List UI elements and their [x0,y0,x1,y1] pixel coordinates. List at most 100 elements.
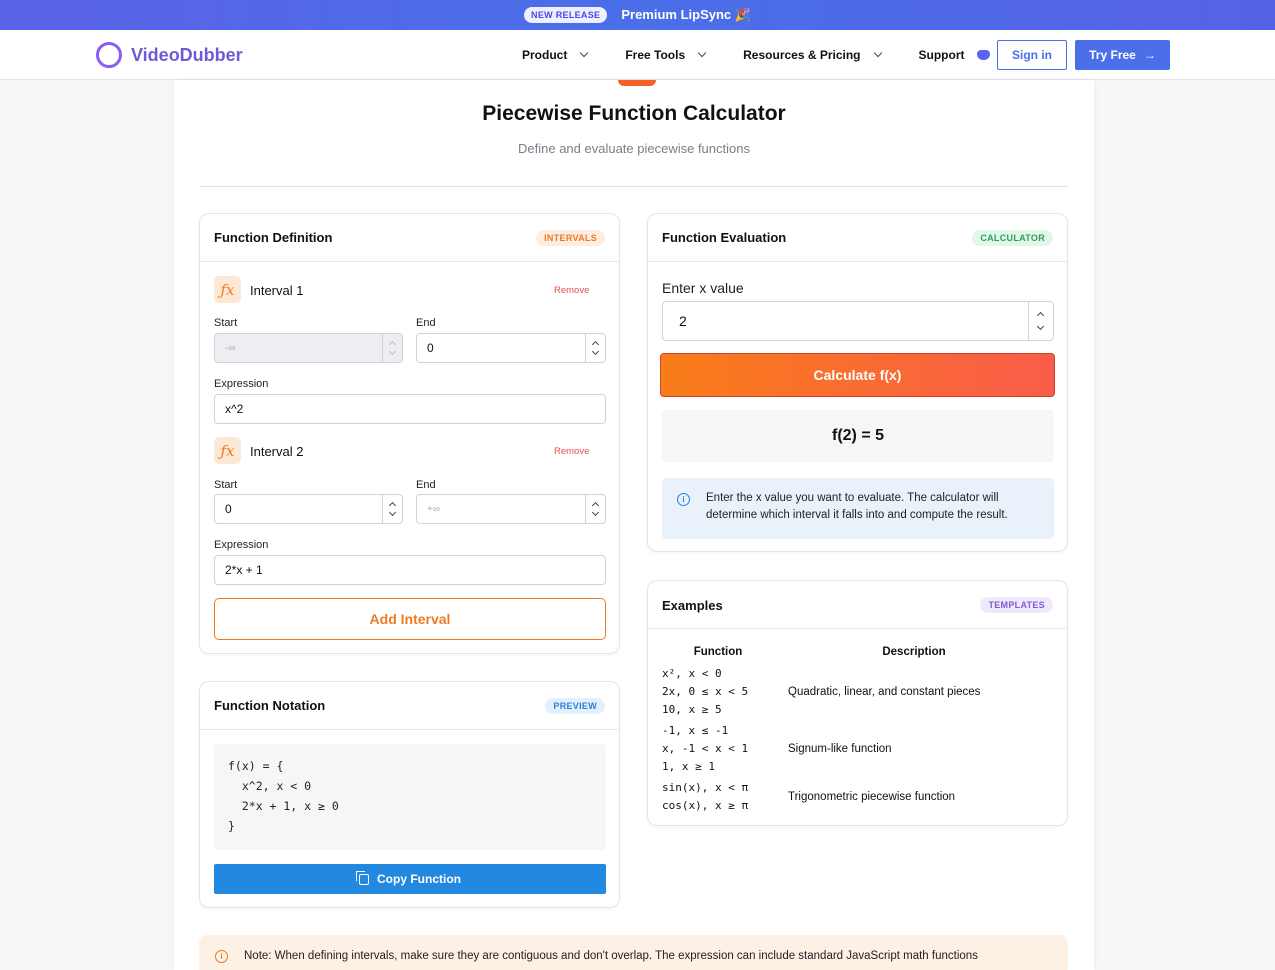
panel-title: Function Notation [214,698,326,713]
copy-function-button[interactable]: Copy Function [214,864,606,894]
function-icon: ƒx [214,437,241,464]
function-cell: sin(x), x < π cos(x), x ≥ π [662,777,774,817]
table-row[interactable]: -1, x ≤ -1 x, -1 < x < 1 1, x ≥ 1 Signum… [662,721,1054,777]
function-evaluation-panel: Function Evaluation CALCULATOR Enter x v… [647,213,1068,552]
expression-input[interactable]: x^2 [214,394,606,424]
calculator-hero-icon [618,80,656,86]
start-label: Start [214,317,238,329]
function-line: cos(x), x ≥ π [662,799,749,812]
function-cell: -1, x ≤ -1 x, -1 < x < 1 1, x ≥ 1 [662,721,774,777]
calculator-tag: CALCULATOR [972,230,1053,246]
menu-resources-pricing[interactable]: Resources & Pricing [743,48,882,62]
expression-value: 2*x + 1 [225,563,263,577]
remove-interval-button[interactable]: Remove [554,285,589,296]
number-stepper[interactable] [1028,302,1053,340]
function-notation-preview: f(x) = { x^2, x < 0 2*x + 1, x ≥ 0 } [214,744,606,850]
result-display: f(2) = 5 [662,410,1054,462]
end-label: End [416,317,436,329]
banner-text[interactable]: Premium LipSync 🎉 [621,7,751,23]
start-label: Start [214,479,238,491]
panel-header: Function Definition INTERVALS [200,214,619,262]
menu-product[interactable]: Product [522,48,589,62]
start-value: 0 [225,502,232,516]
arrow-right-icon: → [1143,48,1156,62]
description-cell: Quadratic, linear, and constant pieces [788,686,981,698]
menu-free-tools[interactable]: Free Tools [625,48,707,62]
interval-title: Interval 1 [250,283,304,298]
end-input[interactable]: 0 [416,333,606,363]
panel-header: Function Evaluation CALCULATOR [648,214,1067,262]
expression-label: Expression [214,378,269,390]
number-stepper[interactable] [585,334,605,362]
function-line: 10, x ≥ 5 [662,703,722,716]
function-line: sin(x), x < π [662,781,749,794]
menu-support[interactable]: Support [919,48,990,62]
note-text: Note: When defining intervals, make sure… [244,950,978,962]
function-line: -1, x ≤ -1 [662,724,729,737]
brand-name: VideoDubber [131,44,243,65]
copy-icon [356,870,369,885]
page-title: Piecewise Function Calculator [482,102,786,125]
start-input[interactable]: -∞ [214,333,403,363]
sign-in-button[interactable]: Sign in [997,40,1067,70]
notation-line: x^2, x < 0 [228,779,312,793]
number-stepper[interactable] [585,495,605,523]
panel-header: Examples TEMPLATES [648,581,1067,629]
panel-title: Function Definition [214,230,333,245]
discord-icon [976,50,990,60]
templates-tag: TEMPLATES [980,597,1053,613]
notation-line: } [228,819,235,833]
x-value-label: Enter x value [662,280,744,296]
chevron-down-icon [591,347,600,356]
info-text: Enter the x value you want to evaluate. … [706,492,1008,521]
try-free-button[interactable]: Try Free → [1075,40,1170,70]
panel-title: Function Evaluation [662,230,787,245]
chevron-down-icon [1036,322,1045,331]
info-box: i Enter the x value you want to evaluate… [662,478,1054,539]
number-stepper[interactable] [382,495,402,523]
brand-logo[interactable]: VideoDubber [96,42,243,68]
chevron-down-icon [388,508,397,517]
chevron-down-icon [388,347,397,356]
notation-line: 2*x + 1, x ≥ 0 [228,799,339,813]
expression-value: x^2 [225,402,244,416]
preview-tag: PREVIEW [545,698,605,714]
x-value-input[interactable]: 2 [662,301,1054,341]
release-banner[interactable]: NEW RELEASE Premium LipSync 🎉 [0,0,1275,30]
add-interval-button[interactable]: Add Interval [214,598,606,640]
chevron-down-icon [873,48,882,58]
start-input[interactable]: 0 [214,494,403,524]
menu-label: Support [918,48,965,62]
chevron-down-icon [580,48,589,58]
intervals-tag: INTERVALS [536,230,605,246]
expression-input[interactable]: 2*x + 1 [214,555,606,585]
column-header: Function [693,646,743,658]
remove-interval-button[interactable]: Remove [554,446,589,457]
function-definition-panel: Function Definition INTERVALS ƒx Interva… [199,213,620,654]
calculate-button[interactable]: Calculate f(x) [660,353,1055,397]
end-value: 0 [427,341,434,355]
function-line: 2x, 0 ≤ x < 5 [662,685,749,698]
table-header-row: Function Description [662,641,1054,663]
table-row[interactable]: x², x < 0 2x, 0 ≤ x < 5 10, x ≥ 5 Quadra… [662,663,1054,721]
logo-ring-icon [96,42,122,68]
function-line: 1, x ≥ 1 [662,760,715,773]
warning-icon: i [215,950,228,963]
start-placeholder: -∞ [225,342,236,354]
expression-label: Expression [214,539,269,551]
note-box: i Note: When defining intervals, make su… [199,935,1068,970]
notation-line: f(x) = { [228,759,284,773]
navbar: VideoDubber Product Free Tools Resources… [0,30,1275,80]
menu-label: Product [522,48,568,62]
main-menu: Product Free Tools Resources & Pricing S… [522,30,1028,80]
table-row[interactable]: sin(x), x < π cos(x), x ≥ π Trigonometri… [662,777,1054,817]
end-input[interactable]: +∞ [416,494,606,524]
examples-panel: Examples TEMPLATES Function Description … [647,580,1068,826]
chevron-up-icon [1036,311,1045,320]
interval-title: Interval 2 [250,444,304,459]
panel-header: Function Notation PREVIEW [200,682,619,730]
page-subtitle: Define and evaluate piecewise functions [518,141,750,156]
end-placeholder: +∞ [427,503,440,515]
number-stepper[interactable] [382,334,402,362]
function-line: x², x < 0 [662,667,722,680]
